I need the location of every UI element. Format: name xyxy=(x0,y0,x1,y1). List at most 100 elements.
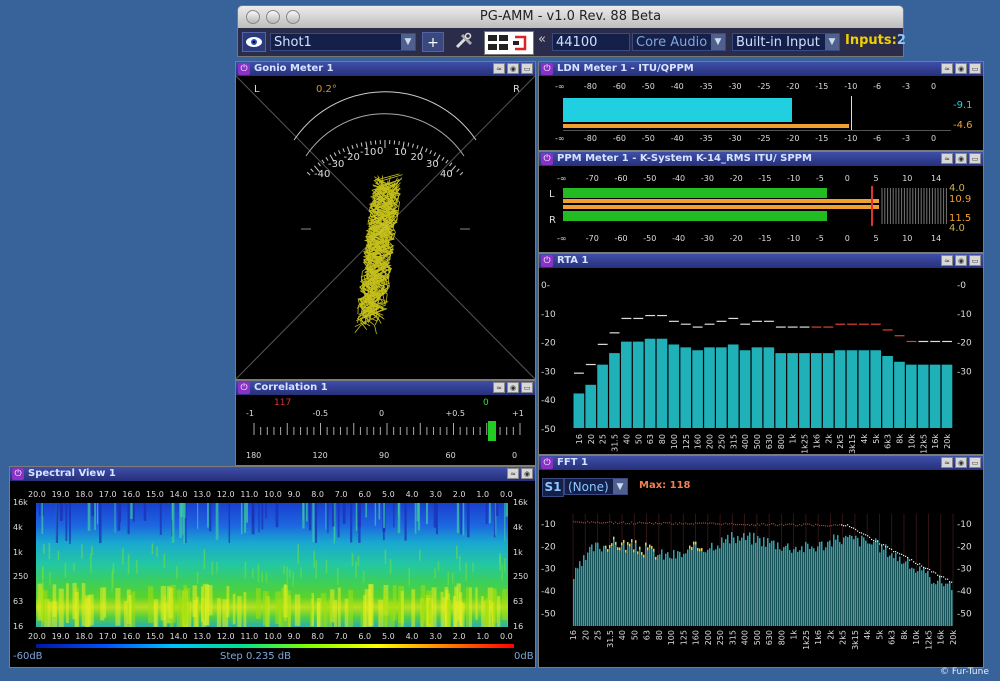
fft-bar xyxy=(653,551,655,626)
panel-header[interactable]: ⏻ LDN Meter 1 - ITU/QPPM ≈ ◉ ▭ xyxy=(539,62,983,76)
driver-select[interactable]: Core Audio ▼ xyxy=(632,33,726,51)
fft-overlay-select[interactable]: (None) ▼ xyxy=(564,478,628,495)
spectral-time-label: 1.0 xyxy=(476,632,490,641)
title-bar[interactable]: PG-AMM - v1.0 Rev. 88 Beta xyxy=(238,6,903,28)
rta-bar xyxy=(609,353,620,428)
eye-icon[interactable]: ◉ xyxy=(507,382,519,393)
fft-bar xyxy=(717,545,719,626)
collapse-icon[interactable]: ≈ xyxy=(941,63,953,74)
window-icon[interactable]: ▭ xyxy=(969,63,981,74)
collapse-icon[interactable]: ≈ xyxy=(507,468,519,479)
fft-bar xyxy=(655,559,657,626)
sample-rate-select[interactable]: 44100 xyxy=(552,33,630,51)
fft-bar xyxy=(669,557,671,626)
fft-bar xyxy=(887,556,889,626)
fft-bar xyxy=(869,543,871,626)
eye-icon[interactable]: ◉ xyxy=(955,153,967,164)
fft-bar xyxy=(917,571,919,626)
panel-header[interactable]: ⏻ RTA 1 ≈ ◉ ▭ xyxy=(539,254,983,268)
eye-icon[interactable]: ◉ xyxy=(507,63,519,74)
rta-bar xyxy=(894,361,905,428)
spectral-freq-label: 16 xyxy=(13,622,24,631)
ldn-scale-label: -40 xyxy=(670,134,684,143)
collapse-icon[interactable]: ≈ xyxy=(493,382,505,393)
fft-bar xyxy=(603,545,605,626)
fft-band-label: 4k xyxy=(863,630,872,640)
power-icon[interactable]: ⏻ xyxy=(541,255,553,267)
rta-band-label: 500 xyxy=(753,434,762,449)
fft-bar xyxy=(893,558,895,626)
layout-grid-icon[interactable] xyxy=(484,31,534,55)
eye-icon[interactable]: ◉ xyxy=(955,457,967,468)
correlation-peak-left: 117 xyxy=(274,398,292,408)
rta-bar xyxy=(763,347,775,428)
window-icon[interactable]: ▭ xyxy=(521,382,533,393)
eye-icon[interactable]: ◉ xyxy=(955,255,967,266)
ppm-scale-label: -10 xyxy=(787,174,801,183)
collapse-icon[interactable]: ≈ xyxy=(941,255,953,266)
window-icon[interactable]: ▭ xyxy=(969,255,981,266)
fft-bar xyxy=(847,537,849,626)
power-icon[interactable]: ⏻ xyxy=(541,457,553,469)
collapse-icon[interactable]: ≈ xyxy=(493,63,505,74)
spectral-time-label: 12.0 xyxy=(216,490,235,499)
ldn-scale-label: -3 xyxy=(902,134,911,143)
collapse-icon[interactable]: ≈ xyxy=(941,457,953,468)
power-icon[interactable]: ⏻ xyxy=(238,63,250,75)
add-button[interactable]: + xyxy=(422,32,444,52)
fft-bar xyxy=(687,549,689,626)
panel-title: Correlation 1 xyxy=(254,382,328,393)
preset-select[interactable]: Shot1 ▼ xyxy=(270,33,416,51)
eye-icon[interactable]: ◉ xyxy=(955,63,967,74)
collapse-icon[interactable]: ≈ xyxy=(941,153,953,164)
fft-channel-select[interactable]: S1 xyxy=(542,478,564,497)
fft-bar xyxy=(705,552,707,626)
power-icon[interactable]: ⏻ xyxy=(541,153,553,165)
watermark: © Fur-Tune xyxy=(940,667,989,677)
rta-y-label: -50 xyxy=(541,425,556,435)
window-icon[interactable]: ▭ xyxy=(969,457,981,468)
fft-bar xyxy=(697,550,699,626)
fft-bar xyxy=(937,580,939,626)
eye-icon[interactable] xyxy=(242,32,266,52)
power-icon[interactable]: ⏻ xyxy=(238,382,250,394)
fft-bar xyxy=(641,555,643,626)
rta-bar xyxy=(822,353,834,428)
window-icon[interactable]: ▭ xyxy=(969,153,981,164)
rta-band-label: 31.5 xyxy=(611,434,620,452)
power-icon[interactable]: ⏻ xyxy=(12,468,24,480)
panel-header[interactable]: ⏻ Spectral View 1 ≈ ◉ xyxy=(10,467,535,481)
inputs-label: Inputs: xyxy=(845,33,897,48)
tools-icon[interactable] xyxy=(452,32,476,52)
panel-header[interactable]: ⏻ PPM Meter 1 - K-System K-14_RMS ITU/ S… xyxy=(539,152,983,166)
ldn-scale-label: -30 xyxy=(728,82,742,91)
fft-bar xyxy=(837,535,839,626)
ldn-scale-label: -6 xyxy=(873,82,882,91)
fft-bar xyxy=(635,543,637,626)
device-select[interactable]: Built-in Input ▼ xyxy=(732,33,840,51)
inputs-value: 2 xyxy=(896,33,906,48)
power-icon[interactable]: ⏻ xyxy=(541,63,553,75)
collapse-icon[interactable]: « xyxy=(538,32,546,47)
fft-band-label: 315 xyxy=(728,630,737,645)
fft-bar xyxy=(829,540,831,626)
fft-bar xyxy=(819,541,821,626)
spectral-time-label: 0.0 xyxy=(500,490,513,499)
eye-icon[interactable]: ◉ xyxy=(521,468,533,479)
fft-bar xyxy=(855,535,857,626)
fft-bar xyxy=(749,532,751,626)
fft-bar xyxy=(863,537,865,626)
correlation-indicator xyxy=(488,421,496,441)
fft-bar xyxy=(939,575,941,626)
window-icon[interactable]: ▭ xyxy=(521,63,533,74)
fft-bar xyxy=(759,538,761,626)
rta-bar xyxy=(799,353,810,428)
panel-header[interactable]: ⏻ Correlation 1 ≈ ◉ ▭ xyxy=(236,381,535,395)
panel-header[interactable]: ⏻ FFT 1 ≈ ◉ ▭ xyxy=(539,456,983,470)
panel-header[interactable]: ⏻ Gonio Meter 1 ≈ ◉ ▭ xyxy=(236,62,535,76)
gonio-scale-label: -10 xyxy=(359,147,377,159)
fft-bar xyxy=(693,544,695,626)
fft-bar xyxy=(757,536,759,626)
fft-bar xyxy=(751,544,753,626)
fft-bar xyxy=(951,590,953,626)
